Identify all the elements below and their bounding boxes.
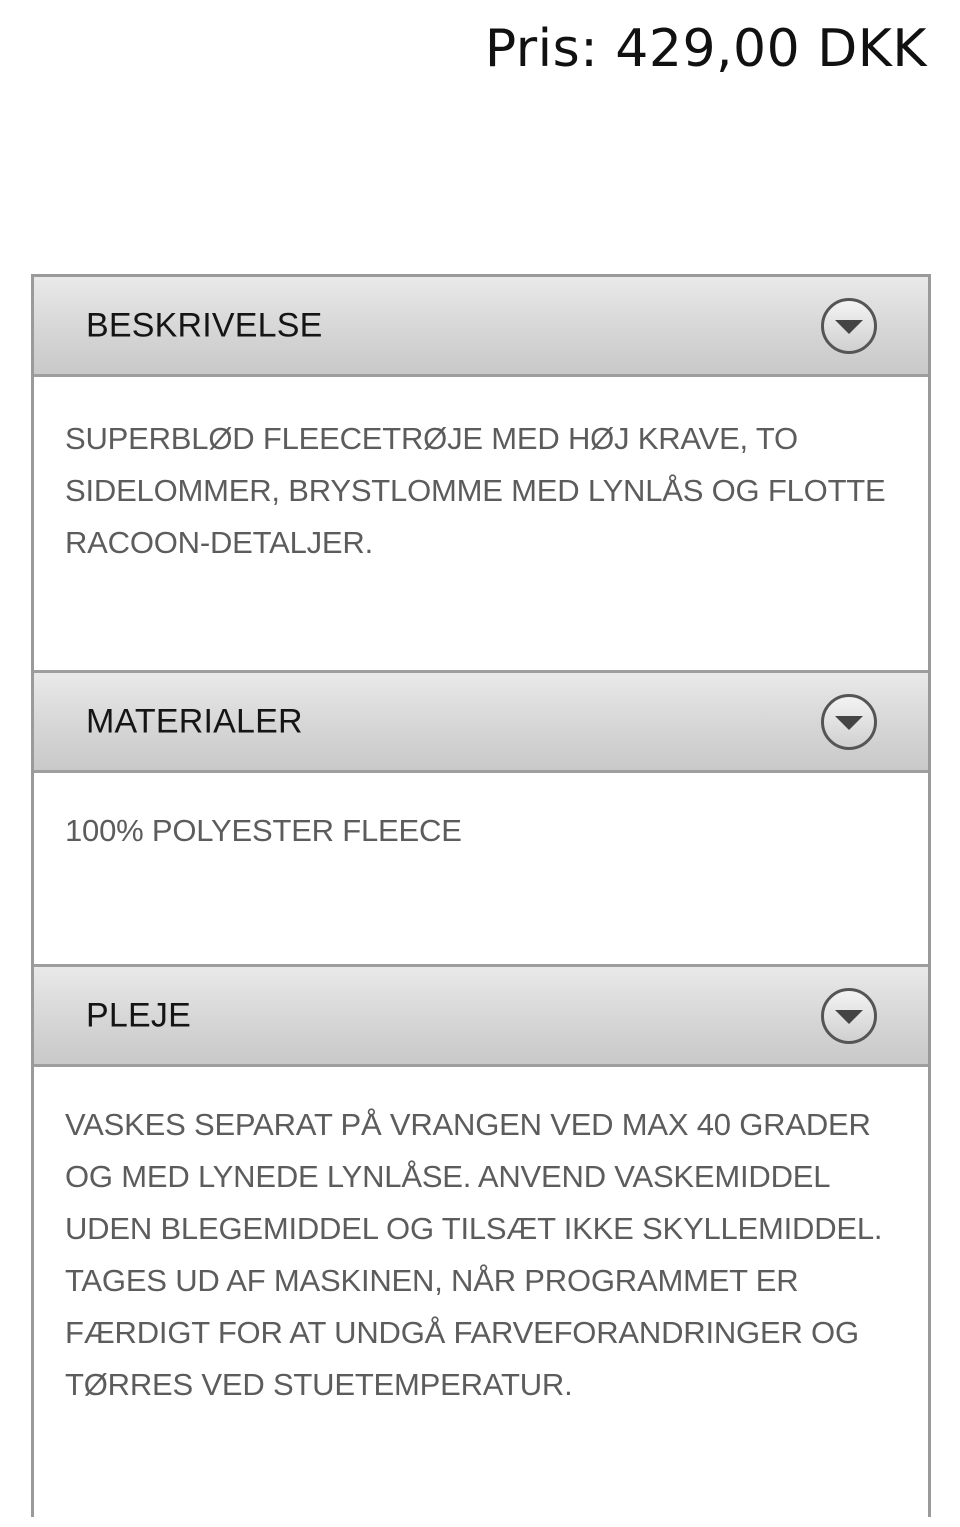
product-price: Pris: 429,00 DKK — [484, 19, 927, 79]
accordion-header-beskrivelse[interactable]: BESKRIVELSE — [34, 277, 928, 377]
accordion-title-beskrivelse: BESKRIVELSE — [86, 306, 323, 344]
accordion-header-pleje[interactable]: PLEJE — [34, 964, 928, 1067]
accordion-content-materialer: 100% POLYESTER FLEECE — [65, 813, 462, 848]
accordion-title-pleje: PLEJE — [86, 996, 191, 1034]
chevron-down-circle-icon[interactable] — [820, 297, 878, 355]
accordion-title-materialer: MATERIALER — [86, 702, 303, 740]
chevron-down-circle-icon[interactable] — [820, 693, 878, 751]
accordion-header-materialer[interactable]: MATERIALER — [34, 670, 928, 773]
chevron-down-circle-icon[interactable] — [820, 987, 878, 1045]
product-info-accordion: BESKRIVELSE SUPERBLØD FLEECETRØJE MED HØ… — [31, 274, 931, 1517]
accordion-content-pleje: VASKES SEPARAT PÅ VRANGEN VED MAX 40 GRA… — [65, 1107, 883, 1402]
accordion-content-beskrivelse: SUPERBLØD FLEECETRØJE MED HØJ KRAVE, TO … — [65, 421, 886, 560]
